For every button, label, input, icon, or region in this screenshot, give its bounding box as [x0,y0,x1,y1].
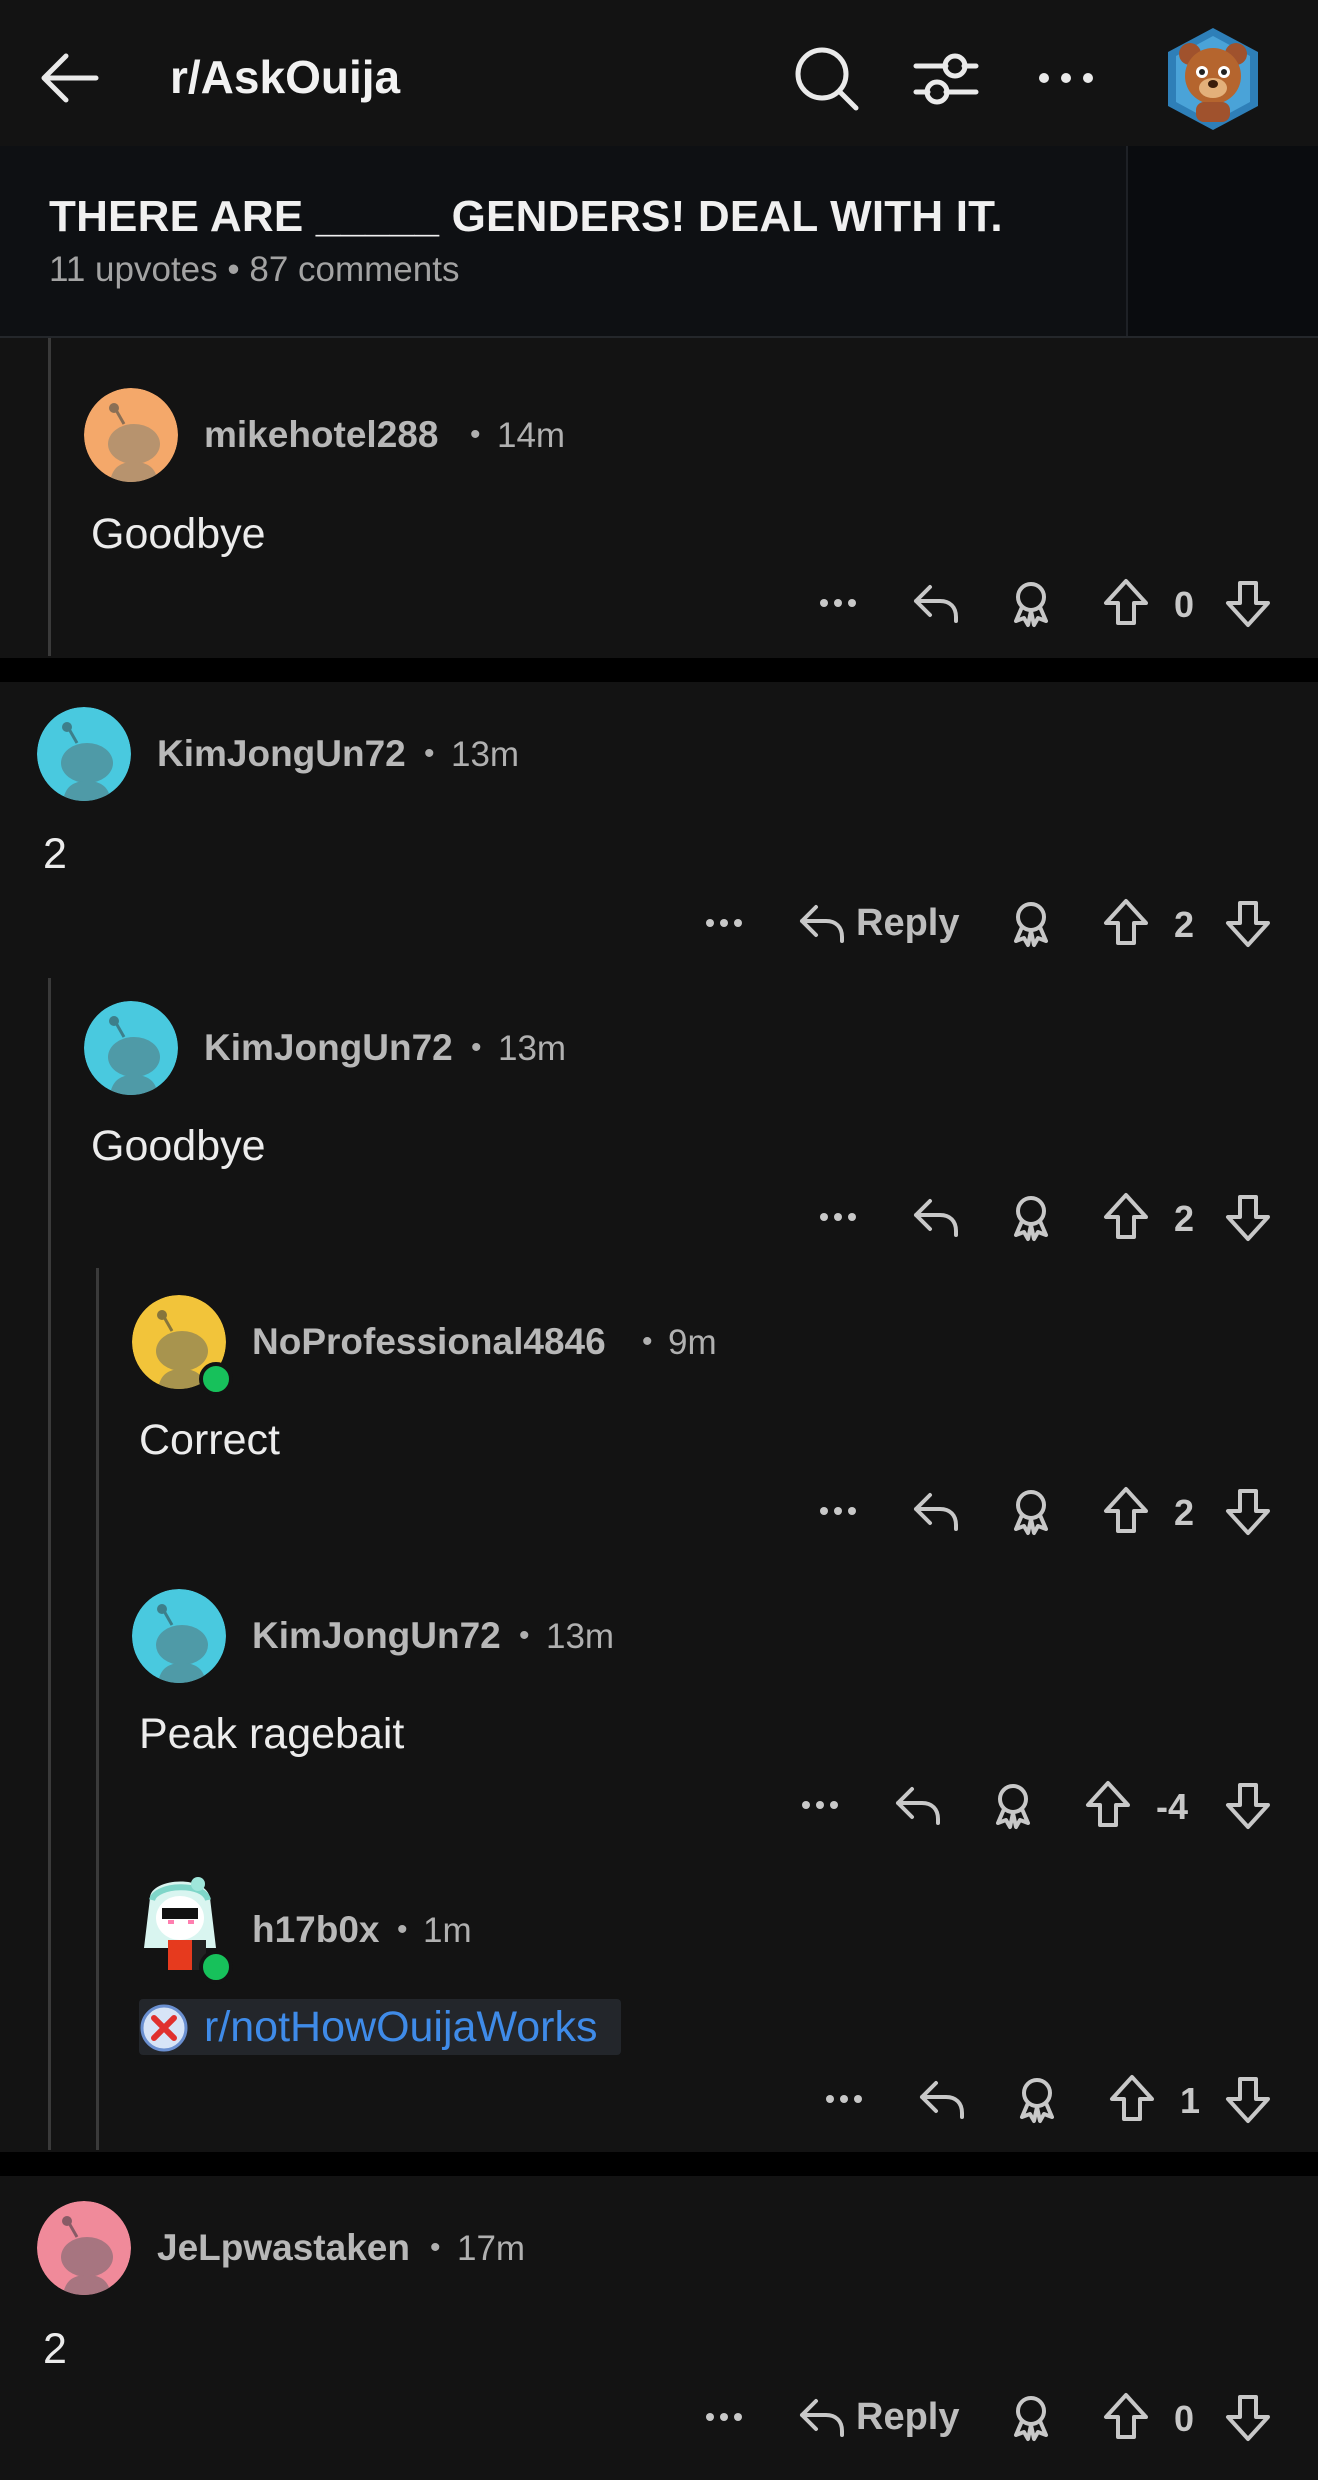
post-header[interactable] [0,146,1318,338]
username[interactable]: NoProfessional4846 [252,1321,606,1363]
search-icon[interactable] [790,42,862,114]
meta-dot: • [430,2231,441,2264]
upvote-icon[interactable] [1080,1777,1136,1833]
meta-dot: • [470,418,481,451]
post-thumbnail[interactable] [1126,146,1318,336]
award-icon[interactable] [1009,2071,1065,2127]
post-meta: 11 upvotes • 87 comments [49,250,459,290]
upvote-count: 11 upvotes [49,250,218,289]
reply-icon[interactable] [908,1189,964,1245]
username[interactable]: JeLpwastaken [157,2227,410,2269]
vote-count: 2 [1174,904,1195,945]
upvote-icon[interactable] [1098,895,1154,951]
community-icon [140,2004,188,2052]
filter-icon[interactable] [910,42,982,114]
downvote-icon[interactable] [1220,1189,1276,1245]
award-icon[interactable] [985,1777,1041,1833]
award-icon[interactable] [1003,1483,1059,1539]
downvote-icon[interactable] [1220,895,1276,951]
more-options-icon[interactable] [1030,42,1102,114]
timestamp: 13m [451,735,520,774]
upvote-icon[interactable] [1098,2389,1154,2445]
more-options-icon[interactable] [810,575,866,631]
more-options-icon[interactable] [810,1189,866,1245]
comment-separator [0,658,1318,682]
online-status-dot [199,1362,233,1396]
comment-count: 87 comments [249,250,460,289]
vote-count: -4 [1156,1786,1189,1827]
reply-button[interactable]: Reply [856,2396,959,2439]
vote-count: 0 [1174,2398,1195,2439]
upvote-icon[interactable] [1098,1483,1154,1539]
reply-icon[interactable] [914,2071,970,2127]
thread-line[interactable] [48,338,51,656]
thread-line[interactable] [48,978,51,2150]
upvote-icon[interactable] [1098,1189,1154,1245]
meta-dot: • [642,1325,653,1358]
vote-count: 1 [1180,2080,1201,2121]
username[interactable]: KimJongUn72 [204,1027,453,1069]
downvote-icon[interactable] [1220,2389,1276,2445]
comment-body: Goodbye [91,1122,266,1170]
user-avatar[interactable] [37,2201,131,2295]
subreddit-link[interactable]: r/notHowOuijaWorks [204,2003,598,2052]
user-avatar[interactable] [132,1589,226,1683]
thread-line[interactable] [96,1268,99,2150]
comment-body: Correct [139,1416,280,1464]
award-icon[interactable] [1003,575,1059,631]
timestamp: 17m [457,2229,526,2268]
comment-body: 2 [43,830,67,878]
user-avatar-bear[interactable] [1160,24,1266,134]
reply-button[interactable]: Reply [856,902,959,945]
more-options-icon[interactable] [792,1777,848,1833]
reply-icon[interactable] [908,575,964,631]
award-icon[interactable] [1003,895,1059,951]
vote-count: 2 [1174,1198,1195,1239]
upvote-icon[interactable] [1098,575,1154,631]
back-arrow-icon[interactable] [36,42,108,114]
more-options-icon[interactable] [816,2071,872,2127]
award-icon[interactable] [1003,1189,1059,1245]
timestamp: 13m [498,1029,567,1068]
meta-dot: • [519,1619,530,1652]
username[interactable]: mikehotel288 [204,414,438,456]
downvote-icon[interactable] [1220,575,1276,631]
upvote-icon[interactable] [1104,2071,1160,2127]
timestamp: 13m [546,1617,615,1656]
reply-icon[interactable] [794,2389,850,2445]
username[interactable]: h17b0x [252,1909,380,1951]
timestamp: 14m [497,416,566,455]
user-avatar[interactable] [84,388,178,482]
meta-dot: • [397,1913,408,1946]
more-options-icon[interactable] [696,2389,752,2445]
post-title[interactable]: THERE ARE _____ GENDERS! DEAL WITH IT. [49,192,1003,242]
more-options-icon[interactable] [696,895,752,951]
more-options-icon[interactable] [810,1483,866,1539]
vote-count: 0 [1174,584,1195,625]
timestamp: 9m [668,1323,717,1362]
meta-dot: • [424,737,435,770]
comment-separator [0,2152,1318,2176]
downvote-icon[interactable] [1220,1777,1276,1833]
meta-dot: • [471,1031,482,1064]
username[interactable]: KimJongUn72 [157,733,406,775]
comment-body: Goodbye [91,510,266,558]
reply-icon[interactable] [908,1483,964,1539]
user-avatar[interactable] [37,707,131,801]
meta-separator: • [227,250,250,289]
subreddit-name[interactable]: r/AskOuija [170,50,400,104]
reply-icon[interactable] [890,1777,946,1833]
vote-count: 2 [1174,1492,1195,1533]
username[interactable]: KimJongUn72 [252,1615,501,1657]
downvote-icon[interactable] [1220,1483,1276,1539]
comment-body: 2 [43,2325,67,2373]
reply-icon[interactable] [794,895,850,951]
downvote-icon[interactable] [1220,2071,1276,2127]
award-icon[interactable] [1003,2389,1059,2445]
timestamp: 1m [423,1911,472,1950]
user-avatar[interactable] [84,1001,178,1095]
online-status-dot [199,1950,233,1984]
comment-body: Peak ragebait [139,1710,405,1758]
